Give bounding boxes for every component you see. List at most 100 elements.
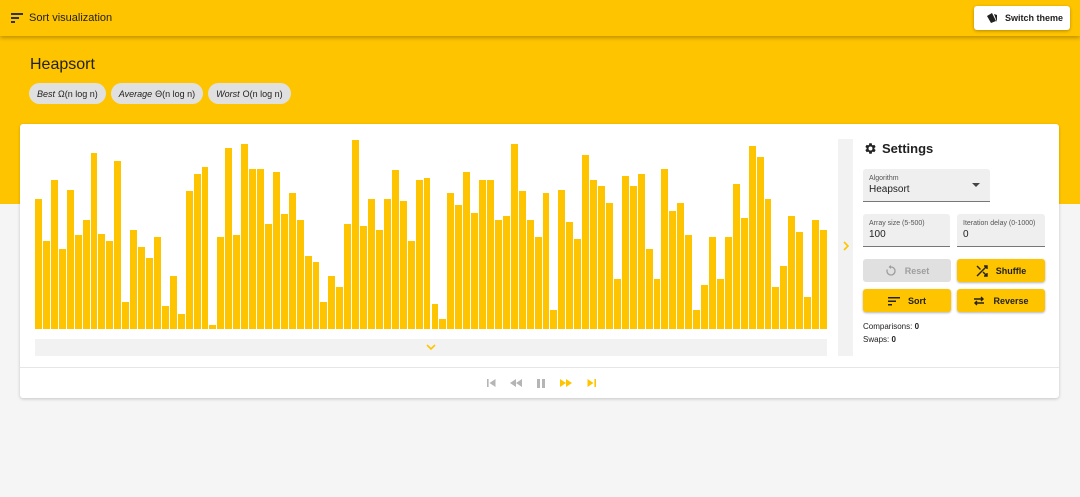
array-bar (740, 218, 748, 329)
algorithm-select[interactable]: Algorithm Heapsort (863, 169, 990, 202)
reset-button[interactable]: Reset (863, 259, 951, 282)
settings-title: Settings (882, 141, 934, 156)
array-bar (50, 180, 58, 329)
chevron-down-icon (426, 344, 436, 351)
array-bar (804, 296, 812, 329)
array-bar (98, 233, 106, 329)
array-bar (42, 241, 50, 329)
array-bar (526, 220, 534, 329)
shuffle-label: Shuffle (995, 265, 1027, 276)
array-bar (447, 193, 455, 329)
array-bar (185, 191, 193, 329)
dropdown-arrow-icon (972, 183, 980, 187)
switch-theme-button[interactable]: Switch theme (974, 6, 1070, 30)
skip-to-end-button[interactable] (583, 376, 599, 390)
array-bar (677, 202, 685, 329)
array-bars (35, 138, 828, 329)
array-bar (209, 325, 217, 329)
array-bar (605, 202, 613, 329)
array-bar (701, 285, 709, 329)
array-bar (328, 275, 336, 329)
sort-icon (888, 296, 900, 305)
array-bar (352, 139, 360, 329)
array-bar (709, 237, 716, 329)
chip-case-label: Worst (216, 88, 240, 99)
comparisons-label: Comparisons: (863, 322, 913, 331)
array-bar (542, 193, 550, 329)
chip-case-label: Best (37, 88, 56, 99)
swap-horiz-icon (974, 296, 985, 305)
pause-icon (537, 378, 545, 388)
array-bar (582, 155, 590, 329)
array-bar (225, 147, 233, 329)
step-back-button[interactable] (508, 376, 524, 390)
array-bar (645, 248, 653, 329)
reset-icon (886, 264, 896, 276)
array-bar (796, 231, 804, 329)
array-bar (479, 180, 486, 329)
expand-panel-toggle[interactable] (35, 339, 827, 356)
pause-button[interactable] (533, 376, 549, 390)
shuffle-icon (976, 264, 988, 277)
complexity-chip-worst: Worst O(n log n) (208, 83, 291, 104)
array-bar (146, 258, 153, 329)
array-bar (415, 180, 423, 329)
app-bar: Sort visualization Switch theme (0, 0, 1080, 36)
array-bar (653, 279, 661, 329)
array-bar (368, 199, 375, 329)
app-title: Sort visualization (29, 12, 113, 24)
iteration-delay-field[interactable]: Iteration delay (0-1000) 0 (957, 214, 1045, 247)
swaps-label: Swaps: (863, 335, 890, 344)
reverse-button[interactable]: Reverse (957, 289, 1045, 312)
skip-to-start-button[interactable] (483, 376, 499, 390)
divider (20, 367, 1059, 368)
complexity-chip-average: Average Θ(n log n) (110, 83, 204, 104)
iteration-delay-value[interactable]: 0 (963, 229, 969, 240)
array-bar (629, 185, 637, 329)
algorithm-value: Heapsort (869, 184, 910, 195)
array-size-field[interactable]: Array size (5-500) 100 (863, 214, 950, 247)
array-bar (177, 313, 185, 329)
complexity-chips: Best Ω(n log n) Average Θ(n log n) Worst O(… (29, 83, 291, 104)
array-bar (375, 229, 383, 329)
comparisons-count: 0 (914, 322, 920, 331)
array-bar (153, 237, 161, 329)
array-bar (257, 168, 264, 329)
sort-button[interactable]: Sort (863, 289, 951, 312)
array-bar (360, 225, 368, 329)
skip-next-icon (587, 379, 596, 387)
step-forward-button[interactable] (558, 376, 574, 390)
chip-case-label: Average (118, 88, 153, 99)
array-bar (471, 212, 479, 329)
array-bar (455, 204, 463, 329)
array-bar (169, 275, 177, 329)
sort-menu-icon[interactable] (11, 13, 23, 23)
array-bar (780, 265, 788, 329)
array-bar (756, 157, 764, 329)
visualizer-card: Settings Algorithm Heapsort Array size (… (20, 124, 1059, 398)
array-bar (685, 235, 693, 329)
array-bar (661, 168, 669, 329)
array-bar (518, 191, 526, 329)
algorithm-label: Algorithm (869, 175, 899, 182)
chip-value: O(n log n) (242, 88, 283, 99)
array-bar (566, 222, 574, 329)
array-bar (407, 241, 415, 329)
switch-theme-label: Switch theme (1005, 13, 1064, 23)
array-bar (193, 174, 201, 329)
chip-value: Θ(n log n) (155, 88, 196, 99)
chevron-right-icon (843, 241, 850, 251)
reset-label: Reset (904, 265, 930, 276)
array-size-value[interactable]: 100 (869, 229, 886, 240)
array-bar (391, 170, 399, 329)
side-panel-toggle[interactable] (838, 139, 853, 356)
array-bar (66, 189, 74, 329)
shuffle-button[interactable]: Shuffle (957, 259, 1045, 282)
iteration-delay-label: Iteration delay (0-1000) (963, 220, 1036, 227)
array-bar (344, 223, 352, 329)
array-bar (550, 309, 558, 329)
array-bar (574, 239, 582, 329)
array-bar (693, 309, 701, 329)
array-bar (304, 256, 312, 329)
array-bar (487, 180, 494, 329)
